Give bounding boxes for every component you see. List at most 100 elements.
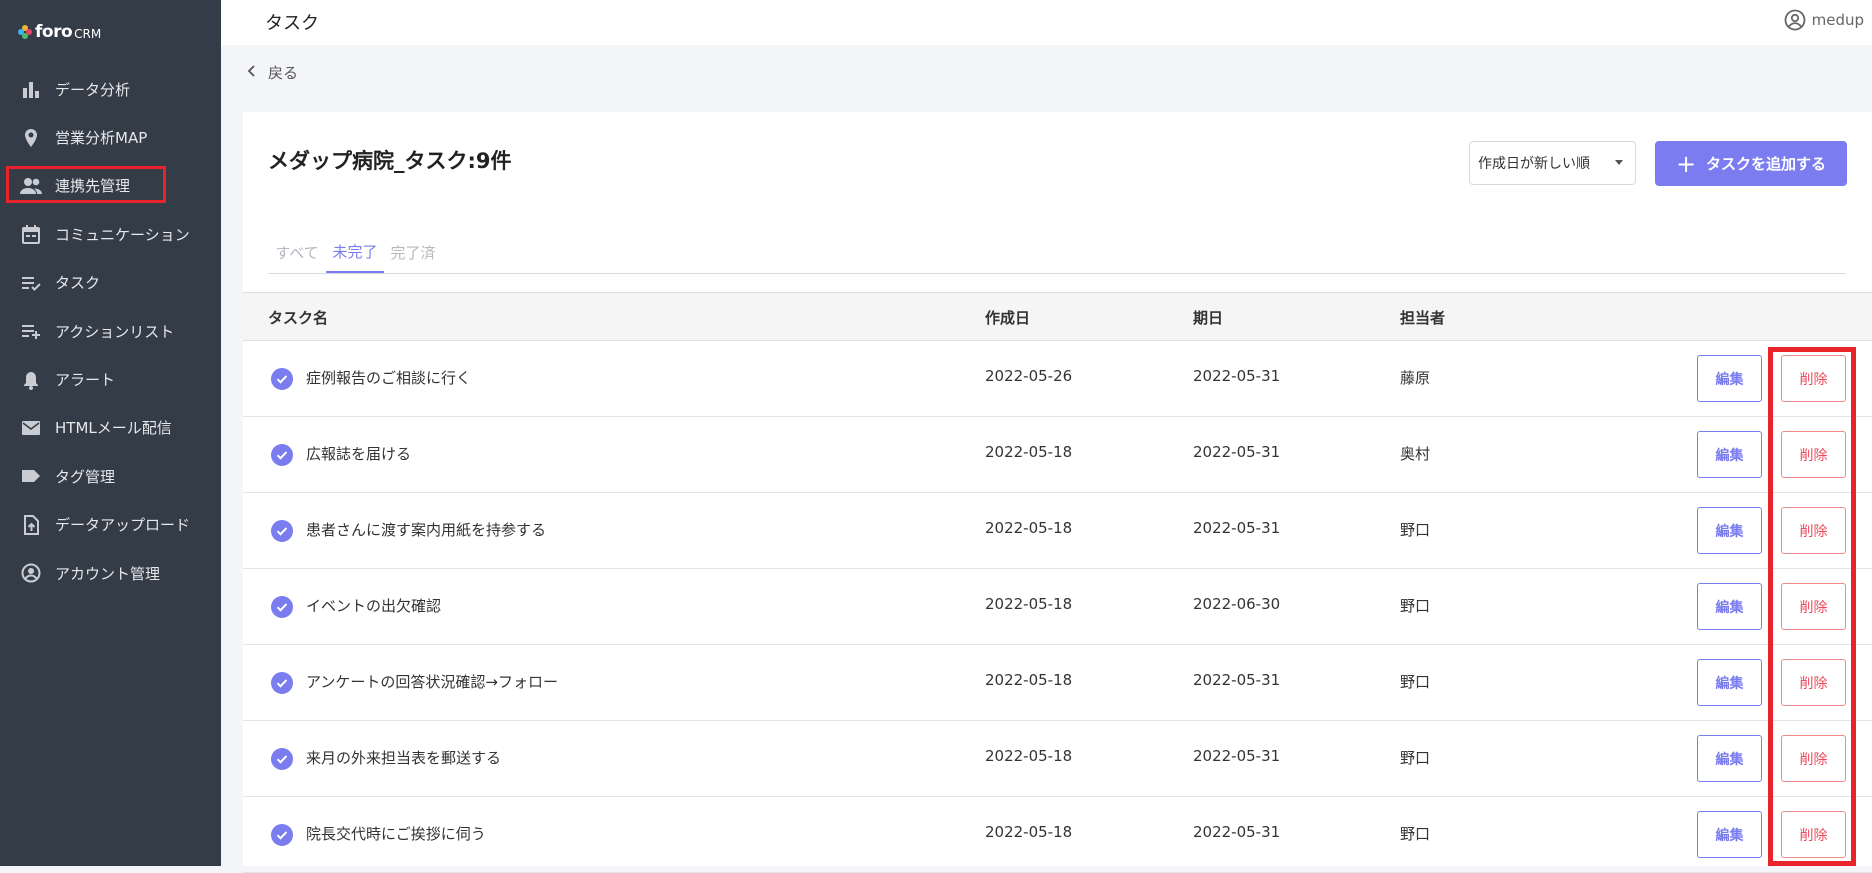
table-header: タスク名 作成日 期日 担当者 — [243, 292, 1872, 341]
task-name[interactable]: 患者さんに渡す案内用紙を持参する — [306, 519, 546, 540]
task-name[interactable]: 広報誌を届ける — [306, 443, 411, 464]
sidebar-item-label: アクションリスト — [55, 322, 175, 341]
sidebar-item-partners[interactable]: 連携先管理 — [0, 162, 221, 210]
account-circle-icon — [20, 562, 42, 584]
sort-value: 作成日が新しい順 — [1478, 156, 1590, 172]
sidebar-item-communication[interactable]: コミュニケーション — [0, 210, 221, 258]
created-date: 2022-05-18 — [985, 443, 1073, 461]
created-date: 2022-05-18 — [985, 671, 1073, 689]
table-row: 来月の外来担当表を郵送する 2022-05-18 2022-05-31 野口 編集 削除 — [243, 721, 1872, 797]
sidebar-item-sales-map[interactable]: 営業分析MAP — [0, 113, 221, 161]
calendar-icon — [20, 223, 42, 245]
sidebar-item-tags[interactable]: タグ管理 — [0, 452, 221, 500]
check-circle-icon[interactable] — [271, 748, 293, 770]
due-date: 2022-05-31 — [1193, 747, 1281, 765]
edit-button[interactable]: 編集 — [1697, 735, 1762, 782]
sidebar-item-label: アカウント管理 — [55, 564, 161, 583]
sidebar: foro CRM データ分析 営業分析MAP 連携先管理 コミュニケーション タ… — [0, 0, 221, 866]
created-date: 2022-05-18 — [985, 747, 1073, 765]
sidebar-item-label: 営業分析MAP — [55, 129, 148, 148]
due-date: 2022-05-31 — [1193, 823, 1281, 841]
owner: 野口 — [1400, 521, 1431, 539]
playlist-add-icon — [20, 320, 42, 342]
top-bar: タスク medup — [221, 0, 1872, 45]
sidebar-nav: データ分析 営業分析MAP 連携先管理 コミュニケーション タスク アクションリ… — [0, 65, 221, 597]
due-date: 2022-05-31 — [1193, 443, 1281, 461]
task-name[interactable]: アンケートの回答状況確認→フォロー — [306, 671, 558, 692]
tab-incomplete[interactable]: 未完了 — [326, 232, 384, 273]
task-card: メダップ病院_タスク:9件 作成日が新しい順 + タスクを追加する すべて 未完… — [243, 112, 1872, 873]
owner: 野口 — [1400, 673, 1431, 691]
task-tabs: すべて 未完了 完了済 — [268, 232, 1846, 274]
map-pin-icon — [20, 127, 42, 149]
table-row: アンケートの回答状況確認→フォロー 2022-05-18 2022-05-31 野口 編… — [243, 645, 1872, 721]
table-row: 院長交代時にご挨拶に伺う 2022-05-18 2022-05-31 野口 編集 削除 — [243, 797, 1872, 873]
due-date: 2022-05-31 — [1193, 367, 1281, 385]
column-header-owner: 担当者 — [1400, 309, 1446, 327]
owner: 野口 — [1400, 597, 1431, 615]
tag-icon — [20, 465, 42, 487]
created-date: 2022-05-26 — [985, 367, 1073, 385]
tab-completed[interactable]: 完了済 — [384, 232, 442, 272]
sidebar-item-label: タグ管理 — [55, 467, 116, 486]
check-circle-icon[interactable] — [271, 368, 293, 390]
add-task-button[interactable]: + タスクを追加する — [1655, 141, 1847, 186]
sidebar-item-action-list[interactable]: アクションリスト — [0, 307, 221, 355]
bar-chart-icon — [20, 78, 42, 100]
logo-sub: CRM — [74, 26, 102, 41]
caret-down-icon — [1615, 160, 1623, 165]
edit-button[interactable]: 編集 — [1697, 811, 1762, 858]
sidebar-item-data-upload[interactable]: データアップロード — [0, 501, 221, 549]
table-row: 広報誌を届ける 2022-05-18 2022-05-31 奥村 編集 削除 — [243, 417, 1872, 493]
sidebar-item-alerts[interactable]: アラート — [0, 355, 221, 403]
table-row: 患者さんに渡す案内用紙を持参する 2022-05-18 2022-05-31 野口 編集… — [243, 493, 1872, 569]
tab-all[interactable]: すべて — [268, 232, 326, 272]
upload-file-icon — [20, 514, 42, 536]
edit-button[interactable]: 編集 — [1697, 431, 1762, 478]
account-circle-icon — [1784, 9, 1806, 31]
back-link[interactable]: 戻る — [247, 62, 298, 83]
task-name[interactable]: 症例報告のご相談に行く — [306, 367, 471, 388]
sidebar-item-label: データ分析 — [55, 80, 131, 99]
logo: foro CRM — [18, 20, 101, 44]
check-circle-icon[interactable] — [271, 672, 293, 694]
sidebar-item-html-mail[interactable]: HTMLメール配信 — [0, 404, 221, 452]
check-circle-icon[interactable] — [271, 520, 293, 542]
task-name[interactable]: イベントの出欠確認 — [306, 595, 441, 616]
task-name[interactable]: 来月の外来担当表を郵送する — [306, 747, 501, 768]
owner: 野口 — [1400, 825, 1431, 843]
sidebar-item-account[interactable]: アカウント管理 — [0, 549, 221, 597]
due-date: 2022-05-31 — [1193, 519, 1281, 537]
check-circle-icon[interactable] — [271, 596, 293, 618]
task-table-body: 症例報告のご相談に行く 2022-05-26 2022-05-31 藤原 編集 削除 広報誌… — [243, 341, 1872, 873]
logo-mark-icon — [18, 25, 32, 39]
chevron-left-icon — [247, 64, 256, 81]
task-name[interactable]: 院長交代時にご挨拶に伺う — [306, 823, 486, 844]
edit-button[interactable]: 編集 — [1697, 659, 1762, 706]
sidebar-item-data-analysis[interactable]: データ分析 — [0, 65, 221, 113]
sidebar-item-label: コミュニケーション — [55, 225, 190, 244]
edit-button[interactable]: 編集 — [1697, 583, 1762, 630]
people-icon — [20, 175, 42, 197]
page-title: タスク — [265, 13, 319, 34]
edit-button[interactable]: 編集 — [1697, 355, 1762, 402]
back-label: 戻る — [268, 64, 299, 82]
sort-select[interactable]: 作成日が新しい順 — [1469, 141, 1636, 185]
user-name: medup — [1811, 11, 1864, 29]
check-circle-icon[interactable] — [271, 444, 293, 466]
due-date: 2022-05-31 — [1193, 671, 1281, 689]
column-header-task-name: タスク名 — [268, 309, 329, 327]
plus-icon: + — [1675, 149, 1697, 178]
edit-button[interactable]: 編集 — [1697, 507, 1762, 554]
sidebar-item-label: アラート — [55, 371, 116, 390]
logo-word: foro — [35, 22, 73, 42]
sidebar-item-label: タスク — [55, 274, 101, 293]
owner: 藤原 — [1400, 369, 1431, 387]
bell-icon — [20, 369, 42, 391]
user-menu[interactable]: medup — [1784, 9, 1864, 31]
mail-icon — [20, 417, 42, 439]
sidebar-item-tasks[interactable]: タスク — [0, 259, 221, 307]
due-date: 2022-06-30 — [1193, 595, 1281, 613]
check-circle-icon[interactable] — [271, 824, 293, 846]
created-date: 2022-05-18 — [985, 595, 1073, 613]
